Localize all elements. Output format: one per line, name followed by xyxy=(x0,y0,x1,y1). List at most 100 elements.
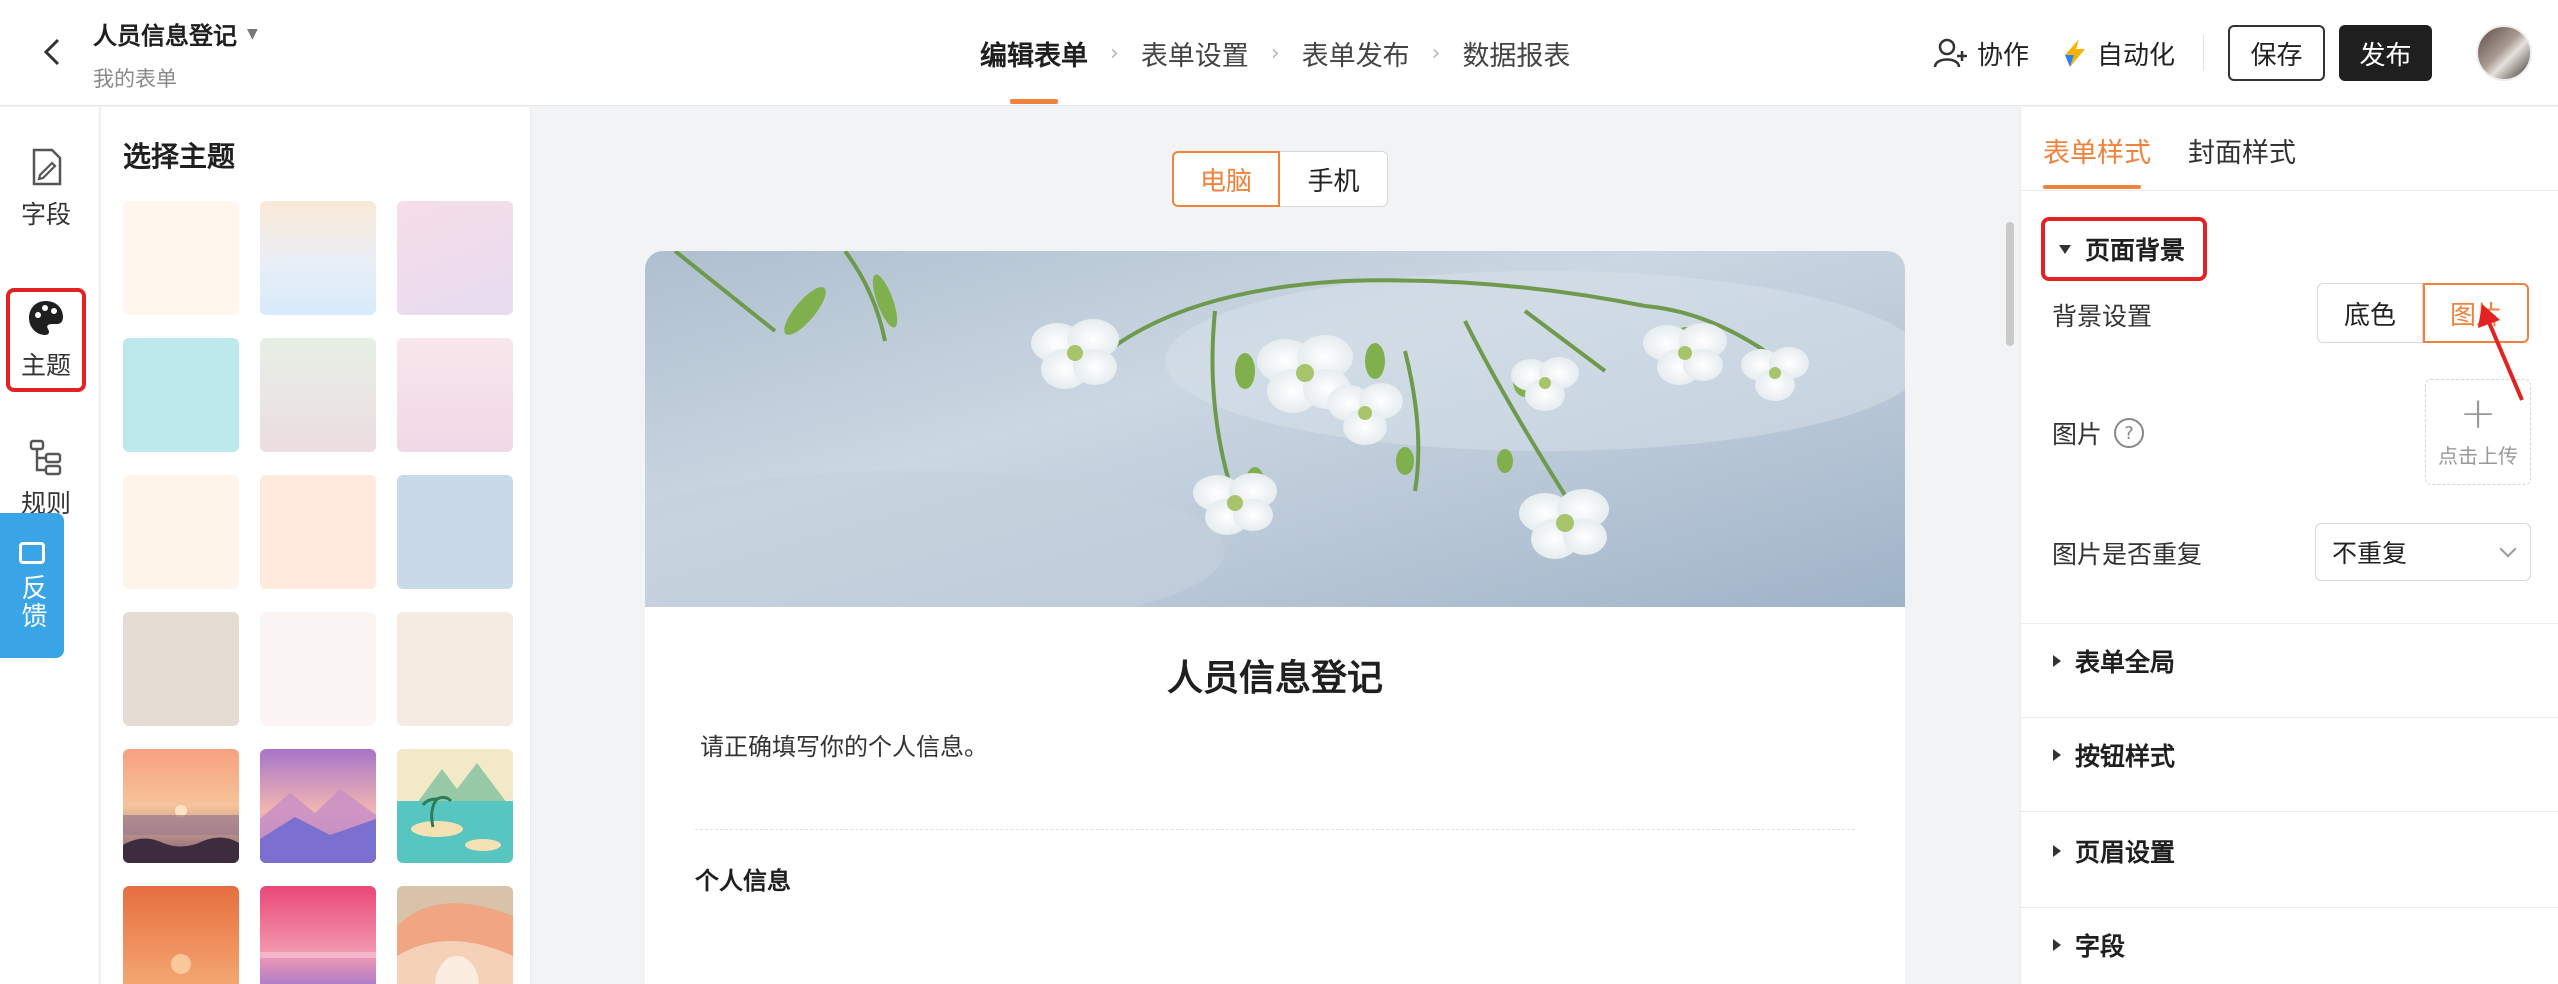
theme-swatch-pink-sky[interactable] xyxy=(260,886,376,984)
section-page-background[interactable]: 页面背景 xyxy=(2041,217,2208,281)
theme-swatch-linen[interactable] xyxy=(397,612,513,726)
tab-active-indicator xyxy=(2043,185,2141,189)
section-page-background-label: 页面背景 xyxy=(2085,236,2186,265)
repeat-select[interactable]: 不重复 xyxy=(2315,523,2531,581)
top-header: 人员信息登记 ▼ 我的表单 编辑表单 › 表单设置 › 表单发布 › 数据报表 … xyxy=(0,0,2558,106)
step-data-report[interactable]: 数据报表 xyxy=(1462,0,1570,106)
feedback-button[interactable]: 反馈 xyxy=(0,513,64,658)
form-preview-card: 人员信息登记 请正确填写你的个人信息。 个人信息 xyxy=(645,251,1905,984)
back-button[interactable] xyxy=(30,30,74,74)
chevron-right-icon: › xyxy=(1270,40,1280,66)
device-mobile-button[interactable]: 手机 xyxy=(1280,151,1388,207)
cover-image xyxy=(645,251,1905,607)
theme-swatch-purple-mountains[interactable] xyxy=(260,749,376,863)
device-toggle: 电脑 手机 xyxy=(1172,151,1388,207)
repeat-value: 不重复 xyxy=(2332,539,2408,568)
theme-swatch-orange-dusk[interactable] xyxy=(123,886,239,984)
chevron-down-icon xyxy=(2499,540,2517,558)
section-header-settings-label: 页眉设置 xyxy=(2075,838,2176,867)
theme-swatch-peach[interactable] xyxy=(123,475,239,589)
divider xyxy=(2203,35,2204,71)
caret-right-icon xyxy=(2053,845,2061,857)
theme-swatch-taupe[interactable] xyxy=(123,612,239,726)
chevron-right-icon: › xyxy=(1110,40,1119,66)
publish-button[interactable]: 发布 xyxy=(2339,25,2432,81)
nav-item-fields[interactable]: 字段 xyxy=(6,137,86,241)
image-row-label: 图片 ? xyxy=(2052,415,2145,451)
theme-swatch-powder-blue[interactable] xyxy=(397,475,513,589)
header-actions: 协作 自动化 保存 发布 xyxy=(1933,0,2558,106)
section-button-style-label: 按钮样式 xyxy=(2075,742,2176,771)
nav-label-fields: 字段 xyxy=(20,200,71,229)
tab-form-style[interactable]: 表单样式 xyxy=(2043,131,2151,170)
step-edit-form[interactable]: 编辑表单 xyxy=(980,0,1088,106)
caret-down-icon[interactable]: ▼ xyxy=(247,26,258,42)
section-form-global-label: 表单全局 xyxy=(2075,648,2176,677)
chevron-left-icon xyxy=(43,38,60,66)
automation-label: 自动化 xyxy=(2096,40,2175,71)
add-user-icon xyxy=(1933,38,1967,68)
caret-right-icon xyxy=(2053,655,2061,667)
section-title: 个人信息 xyxy=(695,867,791,895)
theme-swatch-off-white[interactable] xyxy=(260,612,376,726)
section-header-settings[interactable]: 页眉设置 xyxy=(2053,833,2175,869)
collaborate-button[interactable]: 协作 xyxy=(1933,35,2029,72)
save-button[interactable]: 保存 xyxy=(2228,25,2325,81)
bg-option-color[interactable]: 底色 xyxy=(2317,283,2423,343)
theme-swatch-pastel-rainbow[interactable] xyxy=(260,201,376,315)
image-label: 图片 xyxy=(2052,420,2103,449)
form-location: 我的表单 xyxy=(93,67,177,91)
section-button-style[interactable]: 按钮样式 xyxy=(2053,737,2175,773)
section-fields-label: 字段 xyxy=(2075,932,2126,961)
section-fields[interactable]: 字段 xyxy=(2053,927,2125,963)
step-form-publish[interactable]: 表单发布 xyxy=(1302,0,1410,106)
style-tabs: 表单样式 封面样式 xyxy=(2021,107,2558,191)
theme-swatch-aqua[interactable] xyxy=(123,338,239,452)
repeat-label: 图片是否重复 xyxy=(2052,540,2203,569)
annotation-arrow-icon xyxy=(2478,304,2524,401)
form-heading: 人员信息登记 xyxy=(1166,658,1383,699)
theme-swatch-sunset-sea[interactable] xyxy=(123,749,239,863)
avatar[interactable] xyxy=(2476,25,2532,81)
theme-swatch-cream[interactable] xyxy=(123,201,239,315)
style-panel: 表单样式 封面样式 页面背景 背景设置 底色 图片 图片 ? + 点击上传 图片… xyxy=(2020,107,2558,984)
theme-panel-title: 选择主题 xyxy=(123,140,236,173)
caret-down-icon xyxy=(2059,244,2071,254)
step-nav: 编辑表单 › 表单设置 › 表单发布 › 数据报表 xyxy=(980,0,1570,106)
feedback-label: 反馈 xyxy=(17,573,47,630)
theme-swatch-abstract-waves[interactable] xyxy=(397,886,513,984)
theme-swatch-soft-pink[interactable] xyxy=(397,338,513,452)
form-title[interactable]: 人员信息登记 xyxy=(93,16,237,51)
theme-swatch-mint-rose[interactable] xyxy=(260,338,376,452)
theme-swatch-lavender-pink[interactable] xyxy=(397,201,513,315)
lightning-icon xyxy=(2064,39,2085,67)
theme-swatch-apricot[interactable] xyxy=(260,475,376,589)
bg-setting-label: 背景设置 xyxy=(2052,302,2153,331)
section-form-global[interactable]: 表单全局 xyxy=(2053,643,2175,679)
help-icon[interactable]: ? xyxy=(2114,418,2145,448)
nav-label-theme: 主题 xyxy=(20,351,71,380)
divider xyxy=(2021,717,2558,718)
automation-button[interactable]: 自动化 xyxy=(2061,35,2175,72)
collaborate-label: 协作 xyxy=(1976,40,2029,71)
divider xyxy=(2021,811,2558,812)
field-edit-icon xyxy=(32,148,62,186)
tab-cover-style[interactable]: 封面样式 xyxy=(2188,131,2296,170)
theme-swatch-tropical-island[interactable] xyxy=(397,749,513,863)
canvas-scrollbar[interactable] xyxy=(2006,222,2014,346)
nav-item-theme[interactable]: 主题 xyxy=(6,288,86,392)
rules-tree-icon xyxy=(29,439,62,476)
form-title-block: 人员信息登记 ▼ 我的表单 xyxy=(93,16,258,93)
palette-icon xyxy=(29,301,63,335)
message-icon xyxy=(19,541,45,564)
section-divider xyxy=(695,829,1855,830)
upload-label: 点击上传 xyxy=(2438,443,2518,468)
divider xyxy=(2021,623,2558,624)
caret-right-icon xyxy=(2053,749,2061,761)
form-description: 请正确填写你的个人信息。 xyxy=(700,733,988,761)
theme-panel: 选择主题 xyxy=(101,107,531,984)
device-pc-button[interactable]: 电脑 xyxy=(1172,151,1280,207)
form-canvas: 电脑 手机 人员信息登记 请正确填写你的个人信息。 个人信息 xyxy=(532,107,2006,984)
step-form-settings[interactable]: 表单设置 xyxy=(1141,0,1249,106)
caret-right-icon xyxy=(2053,939,2061,951)
